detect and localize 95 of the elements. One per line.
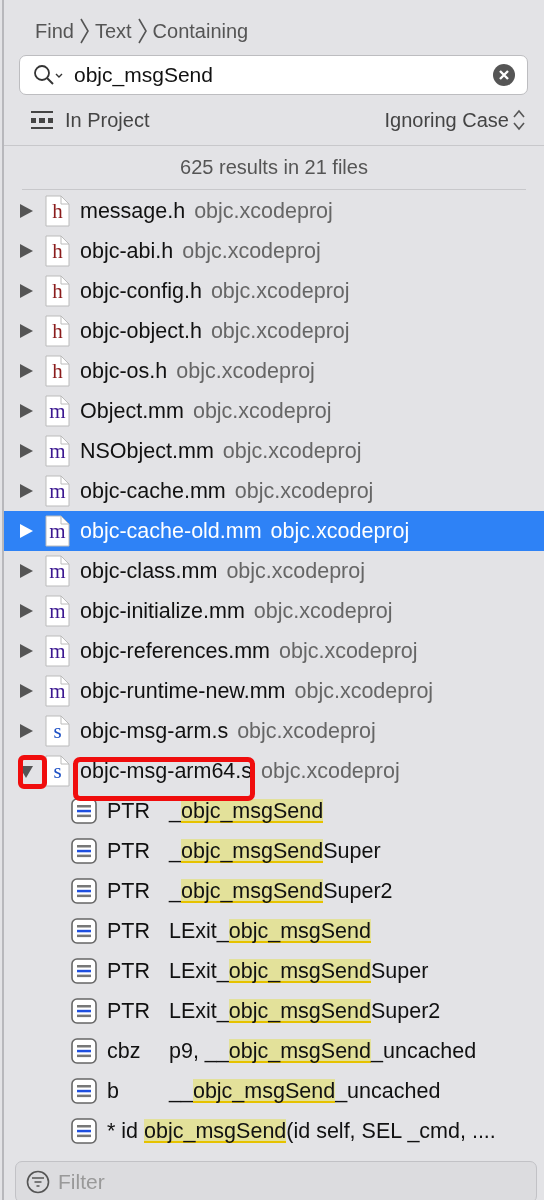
expand-triangle-icon[interactable] <box>18 723 34 739</box>
file-name: objc-msg-arm64.s objc.xcodeproj <box>80 758 400 784</box>
breadcrumb-item[interactable]: Find <box>35 19 74 43</box>
expand-triangle-icon[interactable] <box>18 563 34 579</box>
scope-button[interactable]: In Project <box>31 108 150 132</box>
file-name: objc-references.mm objc.xcodeproj <box>80 638 418 664</box>
expand-triangle-icon[interactable] <box>18 363 34 379</box>
expand-triangle-icon[interactable] <box>18 283 34 299</box>
file-name: objc-class.mm objc.xcodeproj <box>80 558 365 584</box>
scope-icon <box>31 111 53 129</box>
file-row[interactable]: s objc-msg-arm.s objc.xcodeproj <box>4 711 544 751</box>
file-name: objc-cache.mm objc.xcodeproj <box>80 478 374 504</box>
file-row[interactable]: h objc-config.h objc.xcodeproj <box>4 271 544 311</box>
file-row[interactable]: m objc-cache-old.mm objc.xcodeproj <box>4 511 544 551</box>
match-text: PTR _objc_msgSendSuper <box>107 838 381 864</box>
file-icon: s <box>45 755 70 787</box>
file-row[interactable]: h message.h objc.xcodeproj <box>4 191 544 231</box>
file-icon: m <box>45 555 70 587</box>
file-row[interactable]: m objc-cache.mm objc.xcodeproj <box>4 471 544 511</box>
match-row[interactable]: PTR LExit_objc_msgSendSuper2 <box>4 991 544 1031</box>
expand-triangle-icon[interactable] <box>18 683 34 699</box>
match-row[interactable]: PTR _objc_msgSend <box>4 791 544 831</box>
file-row[interactable]: h objc-abi.h objc.xcodeproj <box>4 231 544 271</box>
file-row[interactable]: m NSObject.mm objc.xcodeproj <box>4 431 544 471</box>
filter-icon <box>26 1170 50 1194</box>
stepper-icon <box>512 109 526 131</box>
file-name: Object.mm objc.xcodeproj <box>80 398 332 424</box>
expand-triangle-icon[interactable] <box>18 443 34 459</box>
search-field[interactable]: objc_msgSend <box>74 63 493 87</box>
match-text: * id objc_msgSend(id self, SEL _cmd, .... <box>107 1118 496 1144</box>
file-icon: m <box>45 435 70 467</box>
expand-triangle-icon[interactable] <box>18 243 34 259</box>
match-row[interactable]: PTR LExit_objc_msgSendSuper <box>4 951 544 991</box>
chevron-icon <box>78 17 90 45</box>
match-text: PTR LExit_objc_msgSend <box>107 918 371 944</box>
expand-triangle-icon[interactable] <box>18 203 34 219</box>
expand-triangle-icon[interactable] <box>18 323 34 339</box>
search-icon <box>32 63 64 87</box>
results-summary: 625 results in 21 files <box>22 146 526 190</box>
file-icon: h <box>45 355 70 387</box>
file-icon: h <box>45 315 70 347</box>
match-text: PTR _objc_msgSend <box>107 798 324 824</box>
match-text: PTR _objc_msgSendSuper2 <box>107 878 393 904</box>
file-icon: m <box>45 675 70 707</box>
expand-triangle-icon[interactable] <box>18 643 34 659</box>
expand-triangle-icon[interactable] <box>18 403 34 419</box>
match-row[interactable]: PTR _objc_msgSendSuper2 <box>4 871 544 911</box>
file-name: objc-initialize.mm objc.xcodeproj <box>80 598 393 624</box>
file-row[interactable]: m objc-class.mm objc.xcodeproj <box>4 551 544 591</box>
file-name: NSObject.mm objc.xcodeproj <box>80 438 362 464</box>
file-name: objc-abi.h objc.xcodeproj <box>80 238 321 264</box>
match-text: PTR LExit_objc_msgSendSuper <box>107 958 429 984</box>
match-row[interactable]: PTR LExit_objc_msgSend <box>4 911 544 951</box>
breadcrumb-item[interactable]: Text <box>94 19 132 43</box>
file-row[interactable]: m objc-initialize.mm objc.xcodeproj <box>4 591 544 631</box>
file-name: objc-object.h objc.xcodeproj <box>80 318 350 344</box>
file-row[interactable]: s objc-msg-arm64.s objc.xcodeproj <box>4 751 544 791</box>
file-icon: m <box>45 395 70 427</box>
match-row[interactable]: cbz p9, __objc_msgSend_uncached <box>4 1031 544 1071</box>
file-name: objc-runtime-new.mm objc.xcodeproj <box>80 678 434 704</box>
case-popup[interactable]: Ignoring Case <box>384 108 526 132</box>
file-name: objc-msg-arm.s objc.xcodeproj <box>80 718 376 744</box>
file-row[interactable]: m objc-references.mm objc.xcodeproj <box>4 631 544 671</box>
file-icon: m <box>45 515 70 547</box>
file-icon: m <box>45 595 70 627</box>
match-text: b __objc_msgSend_uncached <box>107 1078 441 1104</box>
file-icon: m <box>45 635 70 667</box>
chevron-icon <box>136 17 148 45</box>
filter-field[interactable]: Filter <box>58 1170 329 1194</box>
file-row[interactable]: h objc-os.h objc.xcodeproj <box>4 351 544 391</box>
file-row[interactable]: m objc-runtime-new.mm objc.xcodeproj <box>4 671 544 711</box>
match-text: PTR LExit_objc_msgSendSuper2 <box>107 998 441 1024</box>
expand-triangle-icon[interactable] <box>18 523 34 539</box>
expand-triangle-icon[interactable] <box>18 483 34 499</box>
match-row[interactable]: * id objc_msgSend(id self, SEL _cmd, .... <box>4 1111 544 1151</box>
file-icon: h <box>45 235 70 267</box>
file-row[interactable]: m Object.mm objc.xcodeproj <box>4 391 544 431</box>
expand-triangle-icon[interactable] <box>18 603 34 619</box>
file-name: objc-os.h objc.xcodeproj <box>80 358 315 384</box>
file-icon: m <box>45 475 70 507</box>
filter-box[interactable]: Filter <box>15 1161 537 1200</box>
match-row[interactable]: b __objc_msgSend_uncached <box>4 1071 544 1111</box>
file-row[interactable]: h objc-object.h objc.xcodeproj <box>4 311 544 351</box>
file-name: objc-config.h objc.xcodeproj <box>80 278 350 304</box>
file-icon: h <box>45 195 70 227</box>
search-box[interactable]: objc_msgSend <box>19 55 528 95</box>
file-icon: h <box>45 275 70 307</box>
clear-button[interactable] <box>493 64 515 86</box>
file-name: message.h objc.xcodeproj <box>80 198 333 224</box>
file-icon: s <box>45 715 70 747</box>
file-name: objc-cache-old.mm objc.xcodeproj <box>80 518 410 544</box>
match-text: cbz p9, __objc_msgSend_uncached <box>107 1038 477 1064</box>
close-icon <box>493 64 515 86</box>
breadcrumb-item[interactable]: Containing <box>152 19 249 43</box>
match-row[interactable]: PTR _objc_msgSendSuper <box>4 831 544 871</box>
